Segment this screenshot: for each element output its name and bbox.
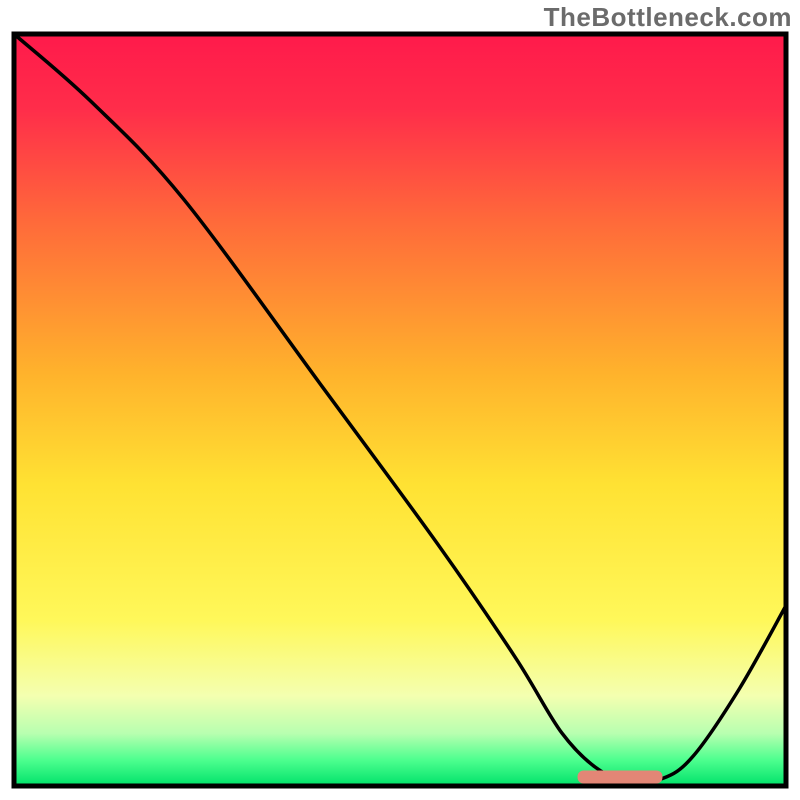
- watermark-label: TheBottleneck.com: [544, 2, 792, 33]
- plot-background: [14, 34, 786, 786]
- chart-canvas: [0, 0, 800, 800]
- optimum-band: [578, 770, 663, 783]
- bottleneck-chart: TheBottleneck.com: [0, 0, 800, 800]
